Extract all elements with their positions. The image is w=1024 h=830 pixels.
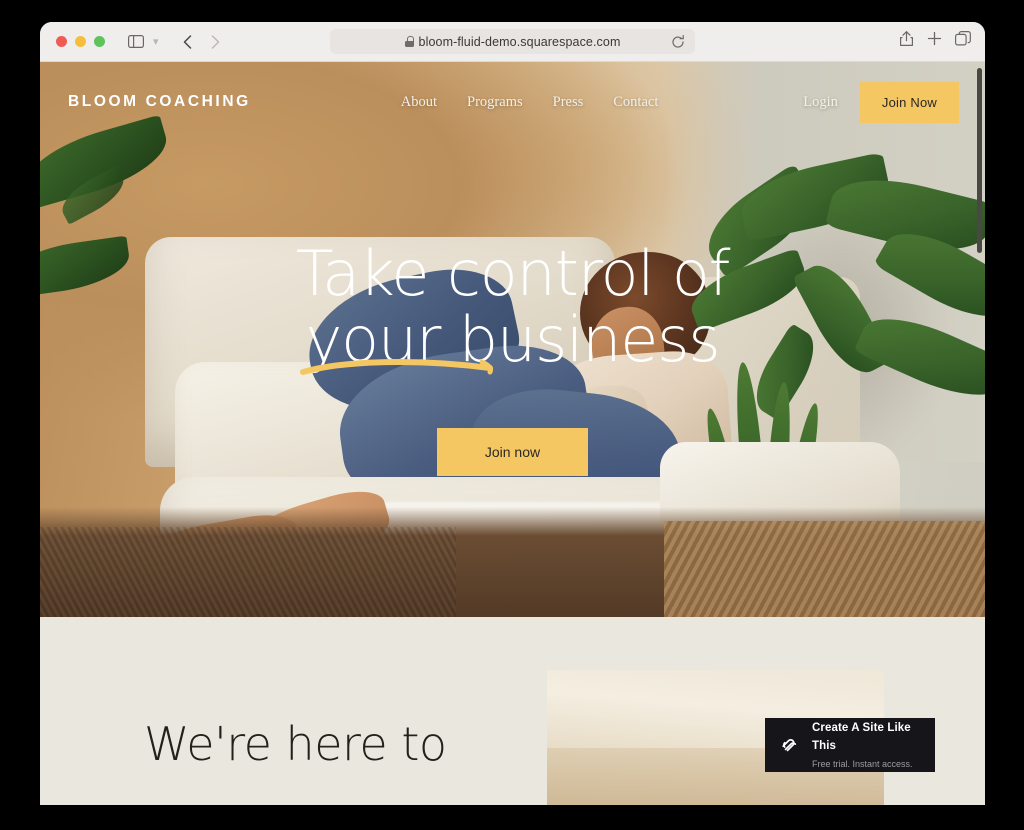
login-link[interactable]: Login — [803, 94, 838, 111]
hero-headline-line-2: your business — [296, 306, 730, 376]
hero-headline-line-2-text: your business — [305, 302, 721, 376]
nav-item-contact[interactable]: Contact — [613, 94, 658, 111]
share-icon[interactable] — [899, 30, 914, 52]
reload-icon[interactable] — [670, 34, 686, 50]
nav-item-press[interactable]: Press — [553, 94, 584, 111]
lock-icon — [404, 36, 414, 47]
forward-arrow-icon[interactable] — [203, 30, 229, 54]
nav-item-about[interactable]: About — [401, 94, 437, 111]
page-viewport: BLOOM COACHING About Programs Press Cont… — [40, 62, 985, 805]
squarespace-promo-badge[interactable]: Create A Site Like This Free trial. Inst… — [765, 718, 935, 772]
squarespace-logo-icon — [779, 734, 801, 756]
toolbar-left-group: ▾ — [123, 30, 229, 54]
hero-join-now-button[interactable]: Join now — [436, 428, 589, 477]
page-scrollbar[interactable] — [977, 68, 982, 253]
maximize-window-button[interactable] — [94, 36, 105, 47]
intro-heading: We're here to — [144, 717, 447, 771]
tab-overview-icon[interactable] — [955, 31, 971, 51]
hero-section: BLOOM COACHING About Programs Press Cont… — [40, 62, 985, 617]
url-text: bloom-fluid-demo.squarespace.com — [418, 34, 621, 49]
nav-item-programs[interactable]: Programs — [467, 94, 523, 111]
address-bar[interactable]: bloom-fluid-demo.squarespace.com — [330, 29, 695, 54]
close-window-button[interactable] — [56, 36, 67, 47]
window-controls — [56, 36, 105, 47]
hero-headline: Take control of your business — [296, 240, 730, 376]
plus-icon[interactable] — [927, 31, 942, 51]
header-actions: Login Join Now — [803, 81, 959, 123]
intro-section: We're here to — [40, 617, 985, 805]
join-now-button[interactable]: Join Now — [859, 81, 959, 123]
hero-content: Take control of your business Join now — [40, 62, 985, 617]
main-navigation: About Programs Press Contact — [401, 94, 659, 111]
browser-toolbar: ▾ bloom-fluid-demo.squarespace.com — [40, 22, 985, 62]
badge-text-group: Create A Site Like This Free trial. Inst… — [812, 718, 921, 772]
site-logo[interactable]: BLOOM COACHING — [68, 93, 251, 111]
badge-title: Create A Site Like This — [812, 722, 911, 752]
sidebar-toggle-icon[interactable] — [123, 30, 149, 54]
back-arrow-icon[interactable] — [175, 30, 201, 54]
chevron-down-icon[interactable]: ▾ — [153, 35, 159, 48]
hero-headline-line-1: Take control of — [295, 236, 731, 310]
toolbar-right-group — [899, 30, 971, 52]
site-header: BLOOM COACHING About Programs Press Cont… — [40, 62, 985, 142]
minimize-window-button[interactable] — [75, 36, 86, 47]
badge-subtitle: Free trial. Instant access. — [812, 759, 913, 769]
browser-window: ▾ bloom-fluid-demo.squarespace.com BLOOM… — [40, 22, 985, 805]
